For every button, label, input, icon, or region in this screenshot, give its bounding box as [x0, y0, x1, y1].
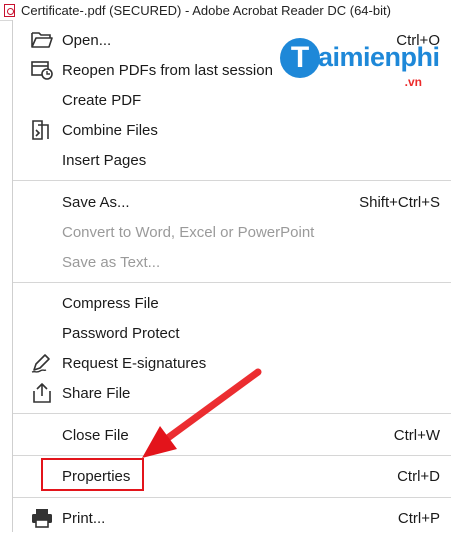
menu-separator	[13, 497, 451, 498]
menu-item-label: Create PDF	[62, 91, 142, 109]
menu-item-label: Print...	[62, 509, 106, 527]
menu-item-compress-file[interactable]: Compress File	[13, 288, 451, 318]
signature-pen-icon	[30, 352, 54, 374]
menu-item-shortcut: Ctrl+P	[397, 509, 440, 527]
menu-item-password-protect[interactable]: Password Protect	[13, 318, 451, 348]
menu-item-share-file[interactable]: Share File	[13, 378, 451, 408]
logo-mark: T	[280, 38, 320, 78]
file-menu: Open... Ctrl+O Reopen PDFs from last ses…	[12, 20, 451, 532]
combine-files-icon	[30, 119, 54, 141]
menu-item-save-as[interactable]: Save As... Shift+Ctrl+S	[13, 187, 451, 217]
menu-item-request-esignatures[interactable]: Request E-signatures	[13, 348, 451, 378]
folder-open-icon	[30, 29, 54, 51]
menu-item-label: Save as Text...	[62, 253, 161, 271]
menu-item-insert-pages[interactable]: Insert Pages	[13, 145, 451, 175]
menu-item-close-file[interactable]: Close File Ctrl+W	[13, 420, 451, 450]
menu-item-save-as-text: Save as Text...	[13, 247, 451, 277]
menu-item-create-pdf[interactable]: Create PDF	[13, 85, 451, 115]
menu-item-shortcut: Shift+Ctrl+S	[359, 193, 440, 211]
menu-item-shortcut: Ctrl+W	[393, 426, 440, 444]
menu-item-print[interactable]: Print... Ctrl+P	[13, 503, 451, 533]
menu-item-convert: Convert to Word, Excel or PowerPoint	[13, 217, 451, 247]
logo-brand-text: aimienphi	[318, 42, 440, 72]
properties-highlight-box	[41, 458, 144, 491]
menu-separator	[13, 413, 451, 414]
window-title: Certificate-.pdf (SECURED) - Adobe Acrob…	[21, 2, 391, 18]
menu-item-label: Open...	[62, 31, 112, 49]
menu-separator	[13, 180, 451, 181]
menu-item-label: Share File	[62, 384, 131, 402]
share-icon	[30, 382, 54, 404]
menu-item-combine-files[interactable]: Combine Files	[13, 115, 451, 145]
logo-tld: .vn	[404, 75, 422, 89]
menu-item-label: Close File	[62, 426, 129, 444]
menu-item-label: Request E-signatures	[62, 354, 207, 372]
menu-separator	[13, 455, 451, 456]
menu-item-label: Compress File	[62, 294, 159, 312]
menu-item-label: Convert to Word, Excel or PowerPoint	[62, 223, 315, 241]
menu-item-label: Password Protect	[62, 324, 180, 342]
menu-separator	[13, 282, 451, 283]
menu-item-label: Combine Files	[62, 121, 158, 139]
menu-item-label: Save As...	[62, 193, 130, 211]
window-titlebar: Certificate-.pdf (SECURED) - Adobe Acrob…	[0, 0, 451, 21]
watermark-logo: T aimienphi .vn	[280, 38, 450, 89]
pdf-file-icon	[4, 3, 15, 17]
reopen-icon	[30, 59, 54, 81]
printer-icon	[30, 507, 54, 529]
menu-item-shortcut: Ctrl+D	[397, 467, 440, 485]
menu-item-label: Reopen PDFs from last session	[62, 61, 273, 79]
menu-item-label: Insert Pages	[62, 151, 147, 169]
